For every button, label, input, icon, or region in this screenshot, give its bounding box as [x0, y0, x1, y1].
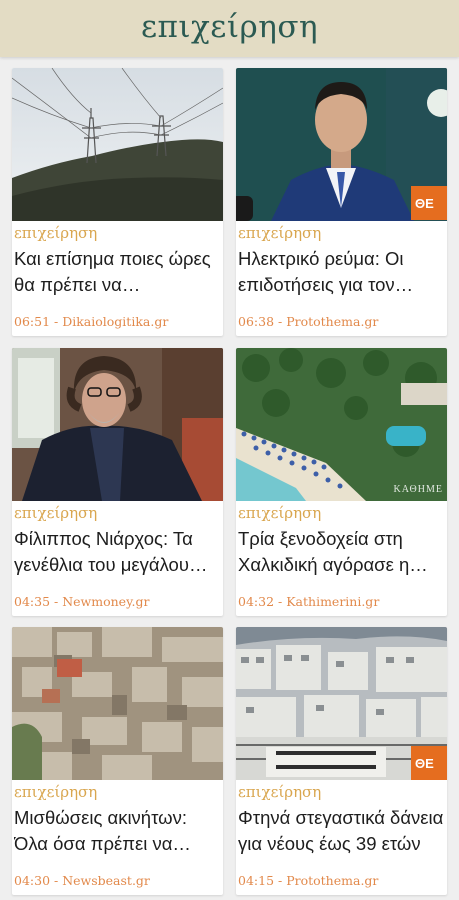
article-meta: 04:32 - Kathimerini.gr	[238, 594, 380, 609]
article-card[interactable]: επιχείρηση Φίλιππος Νιάρχος: Τα γενέθλια…	[12, 348, 223, 616]
article-title[interactable]: Φίλιππος Νιάρχος: Τα γενέθλια του μεγάλο…	[14, 526, 220, 578]
article-image-curly-haired-man[interactable]	[12, 348, 223, 501]
article-source: Protothema.gr	[286, 314, 379, 329]
article-meta: 04:35 - Newmoney.gr	[14, 594, 150, 609]
source-logo-badge: ΘΕ	[411, 186, 447, 220]
article-image-power-lines[interactable]	[12, 68, 223, 221]
article-card[interactable]: ΘΕ επιχείρηση Ηλεκτρικό ρεύμα: Οι επιδοτ…	[236, 68, 447, 336]
article-title[interactable]: Φτηνά στεγαστικά δάνεια για νέους έως 39…	[238, 805, 444, 857]
article-title[interactable]: Τρία ξενοδοχεία στη Χαλκιδική αγόρασε η …	[238, 526, 444, 578]
article-source: Kathimerini.gr	[286, 594, 380, 609]
article-meta: 04:30 - Newsbeast.gr	[14, 873, 150, 888]
article-time: 04:15	[238, 873, 275, 888]
article-time: 04:30	[14, 873, 51, 888]
article-title[interactable]: Μισθώσεις ακινήτων: Όλα όσα πρέπει να ξέ…	[14, 805, 220, 857]
article-card[interactable]: ΘΕ επιχείρηση Φτηνά στεγαστικά δάνεια γι…	[236, 627, 447, 895]
article-source: Newsbeast.gr	[62, 873, 150, 888]
article-category: επιχείρηση	[238, 504, 322, 522]
article-source: Protothema.gr	[286, 873, 379, 888]
article-card[interactable]: επιχείρηση Και επίσημα ποιες ώρες θα πρέ…	[12, 68, 223, 336]
article-title[interactable]: Ηλεκτρικό ρεύμα: Οι επιδοτήσεις για τον …	[238, 246, 444, 298]
article-time: 06:51	[14, 314, 51, 329]
article-category: επιχείρηση	[238, 783, 322, 801]
article-category: επιχείρηση	[14, 224, 98, 242]
article-time: 04:32	[238, 594, 275, 609]
article-meta: 04:15 - Protothema.gr	[238, 873, 379, 888]
article-image-beach-resort[interactable]: ΚΑΘΗΜΕ	[236, 348, 447, 501]
article-category: επιχείρηση	[238, 224, 322, 242]
article-title[interactable]: Και επίσημα ποιες ώρες θα πρέπει να «χρη…	[14, 246, 220, 298]
article-time: 04:35	[14, 594, 51, 609]
article-time: 06:38	[238, 314, 275, 329]
article-meta: 06:51 - Dikaiologitika.gr	[14, 314, 169, 329]
article-image-city-rooftops[interactable]	[12, 627, 223, 780]
image-watermark: ΚΑΘΗΜΕ	[393, 484, 443, 495]
article-card[interactable]: ΚΑΘΗΜΕ επιχείρηση Τρία ξενοδοχεία στη Χα…	[236, 348, 447, 616]
page-title: επιχείρηση	[140, 8, 319, 45]
article-source: Newmoney.gr	[62, 594, 150, 609]
article-category: επιχείρηση	[14, 504, 98, 522]
article-source: Dikaiologitika.gr	[62, 314, 169, 329]
article-card[interactable]: επιχείρηση Μισθώσεις ακινήτων: Όλα όσα π…	[12, 627, 223, 895]
article-meta: 06:38 - Protothema.gr	[238, 314, 379, 329]
source-logo-badge: ΘΕ	[411, 746, 447, 780]
article-category: επιχείρηση	[14, 783, 98, 801]
app-header: επιχείρηση	[0, 0, 459, 57]
